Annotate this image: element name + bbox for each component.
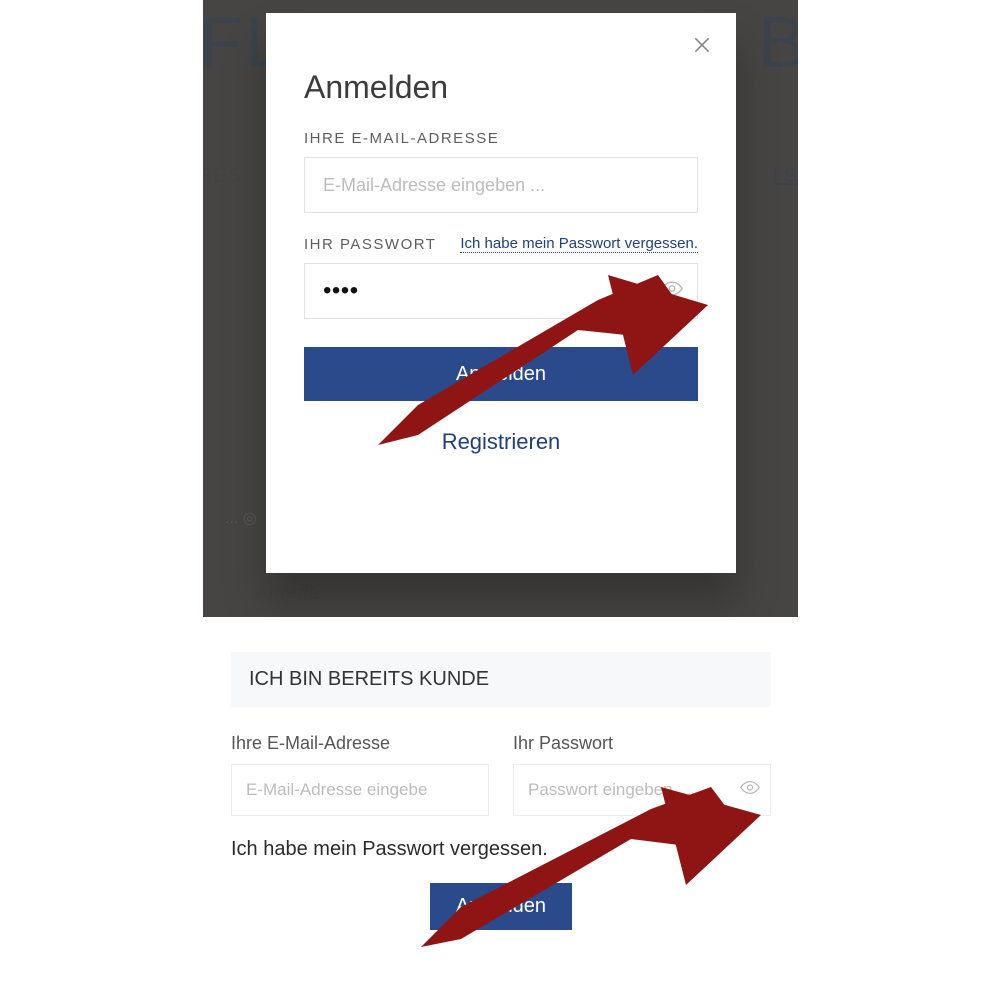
lower-email-input[interactable] [232,765,488,815]
eye-icon[interactable] [740,778,760,803]
password-field-wrap: •••• [304,263,698,319]
top-screenshot-area: FL B BES I SII ... ◎ Anrede Anmelden IHR… [203,0,798,617]
lower-password-label: Ihr Passwort [513,733,771,754]
lower-login-button[interactable]: Anmelden [430,883,572,930]
forgot-password-link[interactable]: Ich habe mein Passwort vergessen. [460,235,698,253]
password-input[interactable] [305,264,697,318]
modal-title: Anmelden [304,69,698,106]
email-input[interactable] [305,158,697,212]
lower-password-input[interactable] [514,765,770,815]
close-icon[interactable] [692,35,716,59]
password-label: IHR PASSWORT [304,236,436,253]
email-label: IHRE E-MAIL-ADRESSE [304,130,698,147]
email-field-wrap [304,157,698,213]
lower-email-field-wrap [231,764,489,816]
section-heading: ICH BIN BEREITS KUNDE [231,652,771,707]
login-modal: Anmelden IHRE E-MAIL-ADRESSE IHR PASSWOR… [266,13,736,573]
lower-email-label: Ihre E-Mail-Adresse [231,733,489,754]
existing-customer-section: ICH BIN BEREITS KUNDE Ihre E-Mail-Adress… [231,652,771,930]
register-link[interactable]: Registrieren [304,429,698,455]
lower-password-field-wrap [513,764,771,816]
password-value: •••• [323,277,359,305]
login-button[interactable]: Anmelden [304,347,698,401]
lower-forgot-password[interactable]: Ich habe mein Passwort vergessen. [231,838,771,861]
eye-icon[interactable] [661,278,683,305]
